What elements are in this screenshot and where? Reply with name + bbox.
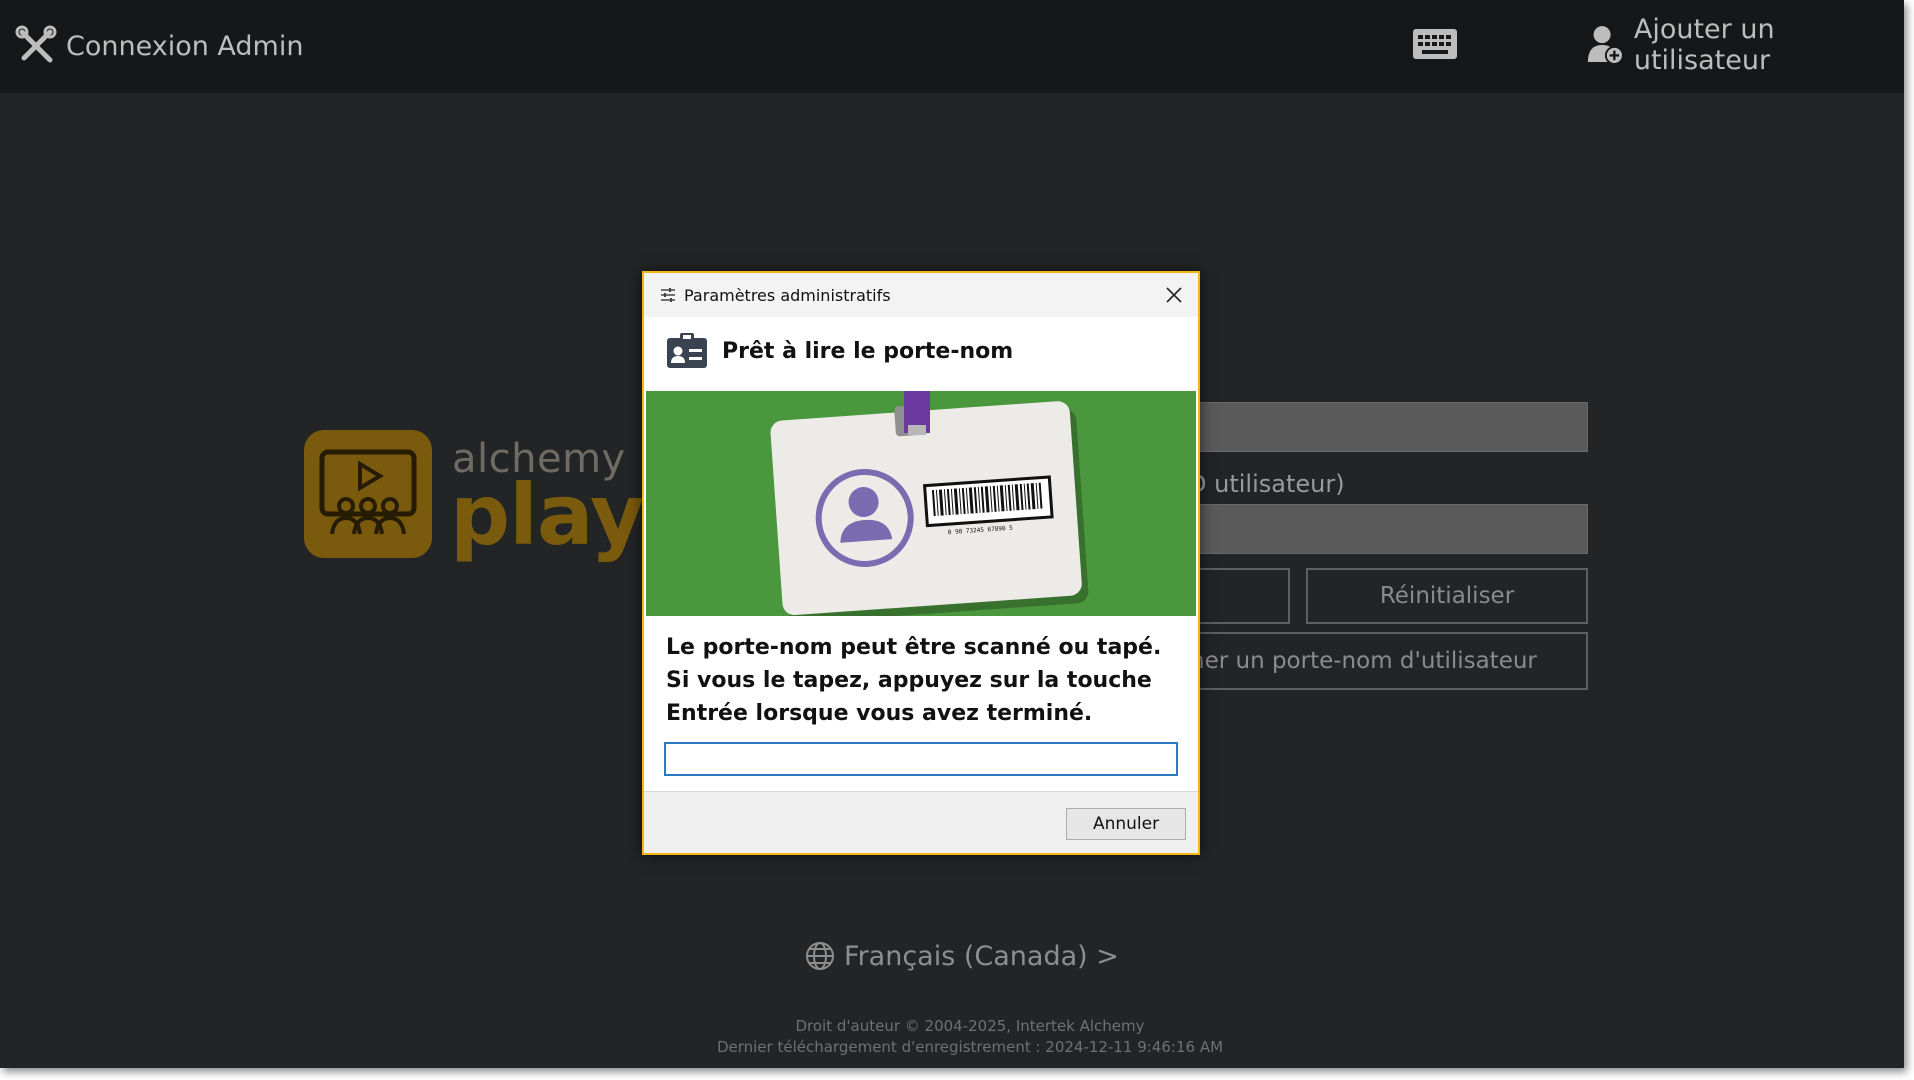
language-label: Français (Canada) > bbox=[844, 940, 1119, 972]
alchemy-logo bbox=[304, 430, 432, 558]
scan-badge-button[interactable]: ner un porte-nom d'utilisateur bbox=[1180, 632, 1588, 690]
dialog-header: Prêt à lire le porte-nom bbox=[666, 333, 1013, 369]
top-bar: Connexion Admin Ajouter un utilisateur bbox=[0, 0, 1904, 93]
copyright-text: Droit d'auteur © 2004-2025, Intertek Alc… bbox=[795, 1017, 1145, 1035]
dialog-instructions: Le porte-nom peut être scanné ou tapé. S… bbox=[666, 635, 1162, 726]
reset-button[interactable]: Réinitialiser bbox=[1306, 568, 1588, 624]
keyboard-icon bbox=[1413, 29, 1457, 59]
admin-login-link[interactable]: Connexion Admin bbox=[14, 24, 303, 68]
app-window: Connexion Admin Ajouter un utilisateur a… bbox=[0, 0, 1904, 1068]
dialog-heading: Prêt à lire le porte-nom bbox=[722, 338, 1014, 364]
dialog-footer: Annuler bbox=[644, 792, 1198, 853]
username-field[interactable] bbox=[1180, 402, 1588, 452]
id-badge-icon bbox=[667, 333, 707, 368]
user-id-field[interactable] bbox=[1180, 504, 1588, 554]
admin-settings-dialog: Paramètres administratifs Prêt à lire le… bbox=[642, 271, 1200, 855]
globe-icon bbox=[806, 942, 834, 970]
close-icon bbox=[1166, 287, 1182, 303]
keyboard-button[interactable] bbox=[1412, 27, 1458, 61]
player-logo-icon bbox=[319, 449, 417, 535]
badge-illustration: 0 98 73245 67890 5 bbox=[646, 391, 1196, 616]
scan-badge-label: ner un porte-nom d'utilisateur bbox=[1190, 648, 1537, 674]
badge-input-field[interactable] bbox=[664, 742, 1178, 776]
add-user-button[interactable]: Ajouter un utilisateur bbox=[1586, 14, 1904, 76]
dialog-title-bar: Paramètres administratifs bbox=[644, 273, 1198, 317]
cancel-button[interactable]: Annuler bbox=[1066, 808, 1186, 840]
reset-button-label: Réinitialiser bbox=[1379, 583, 1515, 609]
admin-login-label: Connexion Admin bbox=[66, 30, 304, 62]
dialog-title: Paramètres administratifs bbox=[684, 285, 891, 305]
last-download-text: Dernier téléchargement d'enregistrement … bbox=[716, 1038, 1224, 1056]
language-selector[interactable]: Français (Canada) > bbox=[804, 936, 1119, 976]
add-user-label: Ajouter un utilisateur bbox=[1633, 14, 1775, 76]
add-user-icon bbox=[1587, 26, 1624, 65]
tools-icon bbox=[15, 25, 57, 63]
dialog-close-button[interactable] bbox=[1160, 281, 1188, 309]
settings-sliders-icon bbox=[661, 288, 675, 302]
user-id-label: D utilisateur) bbox=[1188, 470, 1345, 498]
